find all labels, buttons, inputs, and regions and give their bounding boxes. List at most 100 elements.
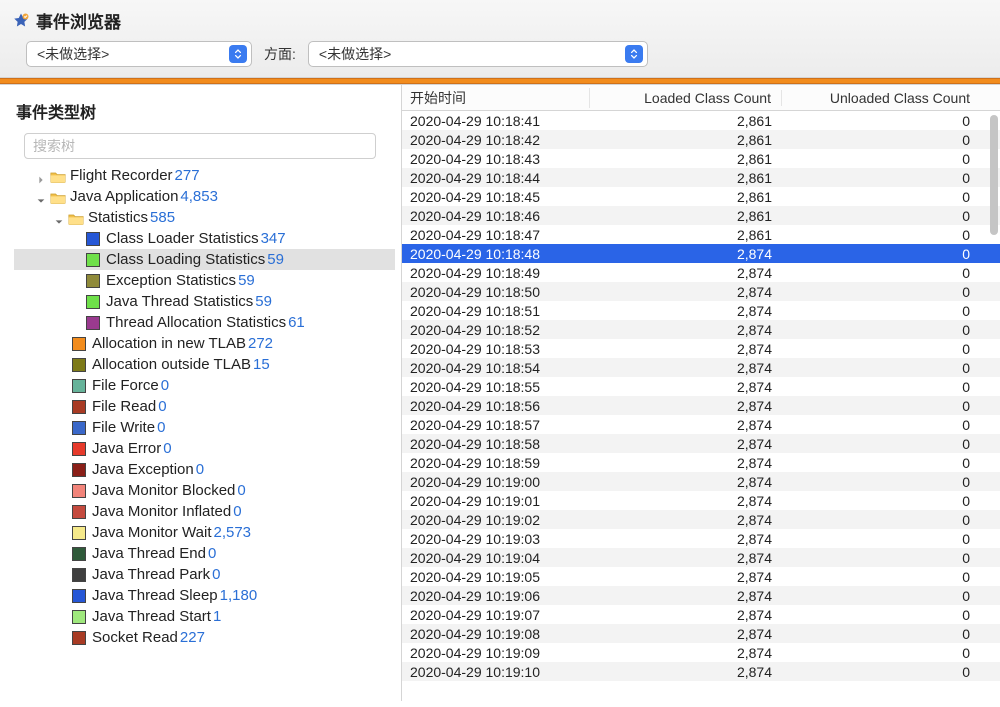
node-count: 0 [196, 459, 204, 481]
tree-node[interactable]: Java Monitor Blocked 0 [14, 480, 395, 501]
cell-time: 2020-04-29 10:18:47 [402, 227, 590, 243]
table-row[interactable]: 2020-04-29 10:18:462,8610 [402, 206, 1000, 225]
node-count: 0 [158, 396, 166, 418]
tree-node[interactable]: Java Exception 0 [14, 459, 395, 480]
cell-unloaded: 0 [782, 493, 1000, 509]
table-row[interactable]: 2020-04-29 10:19:052,8740 [402, 567, 1000, 586]
cell-loaded: 2,874 [590, 265, 782, 281]
disclosure-icon[interactable] [36, 170, 48, 182]
node-label: Java Thread Start [92, 606, 211, 628]
tree-node[interactable]: Java Monitor Wait 2,573 [14, 522, 395, 543]
cell-time: 2020-04-29 10:18:45 [402, 189, 590, 205]
tree-node[interactable]: Socket Read 227 [14, 627, 395, 648]
table-row[interactable]: 2020-04-29 10:18:542,8740 [402, 358, 1000, 377]
table-row[interactable]: 2020-04-29 10:18:412,8610 [402, 111, 1000, 130]
table-row[interactable]: 2020-04-29 10:18:472,8610 [402, 225, 1000, 244]
cell-unloaded: 0 [782, 417, 1000, 433]
table-row[interactable]: 2020-04-29 10:18:582,8740 [402, 434, 1000, 453]
table-row[interactable]: 2020-04-29 10:19:022,8740 [402, 510, 1000, 529]
table-row[interactable]: 2020-04-29 10:18:572,8740 [402, 415, 1000, 434]
col-start-time[interactable]: 开始时间 [402, 88, 590, 108]
cell-loaded: 2,861 [590, 170, 782, 186]
table-row[interactable]: 2020-04-29 10:18:562,8740 [402, 396, 1000, 415]
table-row[interactable]: 2020-04-29 10:18:432,8610 [402, 149, 1000, 168]
tree-node[interactable]: Java Thread End 0 [14, 543, 395, 564]
table-row[interactable]: 2020-04-29 10:18:492,8740 [402, 263, 1000, 282]
table-row[interactable]: 2020-04-29 10:19:092,8740 [402, 643, 1000, 662]
tree-node[interactable]: Statistics 585 [14, 207, 395, 228]
color-swatch [72, 421, 86, 435]
dropdown-arrow-icon [229, 45, 247, 63]
tree-node[interactable]: Allocation outside TLAB 15 [14, 354, 395, 375]
tree-panel: 事件类型树 Flight Recorder 277Java Applicatio… [0, 85, 402, 701]
node-label: Class Loader Statistics [106, 228, 259, 250]
table-row[interactable]: 2020-04-29 10:19:102,8740 [402, 662, 1000, 681]
col-unloaded-count[interactable]: Unloaded Class Count [782, 90, 1000, 106]
cell-unloaded: 0 [782, 550, 1000, 566]
event-type-tree[interactable]: Flight Recorder 277Java Application 4,85… [14, 165, 395, 648]
tree-node[interactable]: Java Thread Statistics 59 [14, 291, 395, 312]
table-row[interactable]: 2020-04-29 10:19:082,8740 [402, 624, 1000, 643]
node-count: 4,853 [180, 186, 218, 208]
tree-node[interactable]: Java Application 4,853 [14, 186, 395, 207]
disclosure-icon[interactable] [54, 212, 66, 224]
table-row[interactable]: 2020-04-29 10:19:062,8740 [402, 586, 1000, 605]
node-label: Exception Statistics [106, 270, 236, 292]
cell-loaded: 2,861 [590, 113, 782, 129]
table-row[interactable]: 2020-04-29 10:18:442,8610 [402, 168, 1000, 187]
table-body[interactable]: 2020-04-29 10:18:412,86102020-04-29 10:1… [402, 111, 1000, 701]
window-title-row: 事件浏览器 [10, 6, 990, 41]
tree-node[interactable]: Java Thread Sleep 1,180 [14, 585, 395, 606]
table-row[interactable]: 2020-04-29 10:18:512,8740 [402, 301, 1000, 320]
cell-loaded: 2,874 [590, 550, 782, 566]
cell-unloaded: 0 [782, 208, 1000, 224]
tree-node[interactable]: Thread Allocation Statistics 61 [14, 312, 395, 333]
table-row[interactable]: 2020-04-29 10:19:032,8740 [402, 529, 1000, 548]
table-header[interactable]: 开始时间 Loaded Class Count Unloaded Class C… [402, 85, 1000, 111]
table-row[interactable]: 2020-04-29 10:18:422,8610 [402, 130, 1000, 149]
tree-node[interactable]: Allocation in new TLAB 272 [14, 333, 395, 354]
tree-node[interactable]: Java Monitor Inflated 0 [14, 501, 395, 522]
table-row[interactable]: 2020-04-29 10:19:002,8740 [402, 472, 1000, 491]
cell-time: 2020-04-29 10:18:54 [402, 360, 590, 376]
table-row[interactable]: 2020-04-29 10:18:592,8740 [402, 453, 1000, 472]
tree-node[interactable]: Java Thread Park 0 [14, 564, 395, 585]
disclosure-icon[interactable] [36, 191, 48, 203]
tree-node[interactable]: Exception Statistics 59 [14, 270, 395, 291]
tree-node[interactable]: Class Loader Statistics 347 [14, 228, 395, 249]
cell-loaded: 2,874 [590, 664, 782, 680]
tree-node[interactable]: Flight Recorder 277 [14, 165, 395, 186]
tree-node[interactable]: File Force 0 [14, 375, 395, 396]
vertical-scrollbar[interactable] [990, 115, 998, 235]
table-row[interactable]: 2020-04-29 10:18:532,8740 [402, 339, 1000, 358]
tree-node[interactable]: File Read 0 [14, 396, 395, 417]
table-row[interactable]: 2020-04-29 10:18:522,8740 [402, 320, 1000, 339]
table-row[interactable]: 2020-04-29 10:18:482,8740 [402, 244, 1000, 263]
cell-time: 2020-04-29 10:19:03 [402, 531, 590, 547]
selection-dropdown-1[interactable]: <未做选择> [26, 41, 252, 67]
table-row[interactable]: 2020-04-29 10:19:042,8740 [402, 548, 1000, 567]
node-label: Java Monitor Blocked [92, 480, 235, 502]
color-swatch [72, 631, 86, 645]
color-swatch [72, 589, 86, 603]
node-label: File Write [92, 417, 155, 439]
tree-node[interactable]: Java Error 0 [14, 438, 395, 459]
table-row[interactable]: 2020-04-29 10:18:552,8740 [402, 377, 1000, 396]
tree-node[interactable]: File Write 0 [14, 417, 395, 438]
node-label: Java Error [92, 438, 161, 460]
table-row[interactable]: 2020-04-29 10:18:452,8610 [402, 187, 1000, 206]
node-label: Java Application [70, 186, 178, 208]
table-row[interactable]: 2020-04-29 10:19:072,8740 [402, 605, 1000, 624]
tree-node[interactable]: Java Thread Start 1 [14, 606, 395, 627]
color-swatch [86, 232, 100, 246]
color-swatch [72, 547, 86, 561]
tree-node[interactable]: Class Loading Statistics 59 [14, 249, 395, 270]
table-row[interactable]: 2020-04-29 10:18:502,8740 [402, 282, 1000, 301]
table-row[interactable]: 2020-04-29 10:19:012,8740 [402, 491, 1000, 510]
node-label: Java Thread Statistics [106, 291, 253, 313]
node-count: 227 [180, 627, 205, 649]
color-swatch [72, 358, 86, 372]
col-loaded-count[interactable]: Loaded Class Count [590, 90, 782, 106]
aspect-dropdown[interactable]: <未做选择> [308, 41, 648, 67]
tree-search-input[interactable] [24, 133, 376, 159]
